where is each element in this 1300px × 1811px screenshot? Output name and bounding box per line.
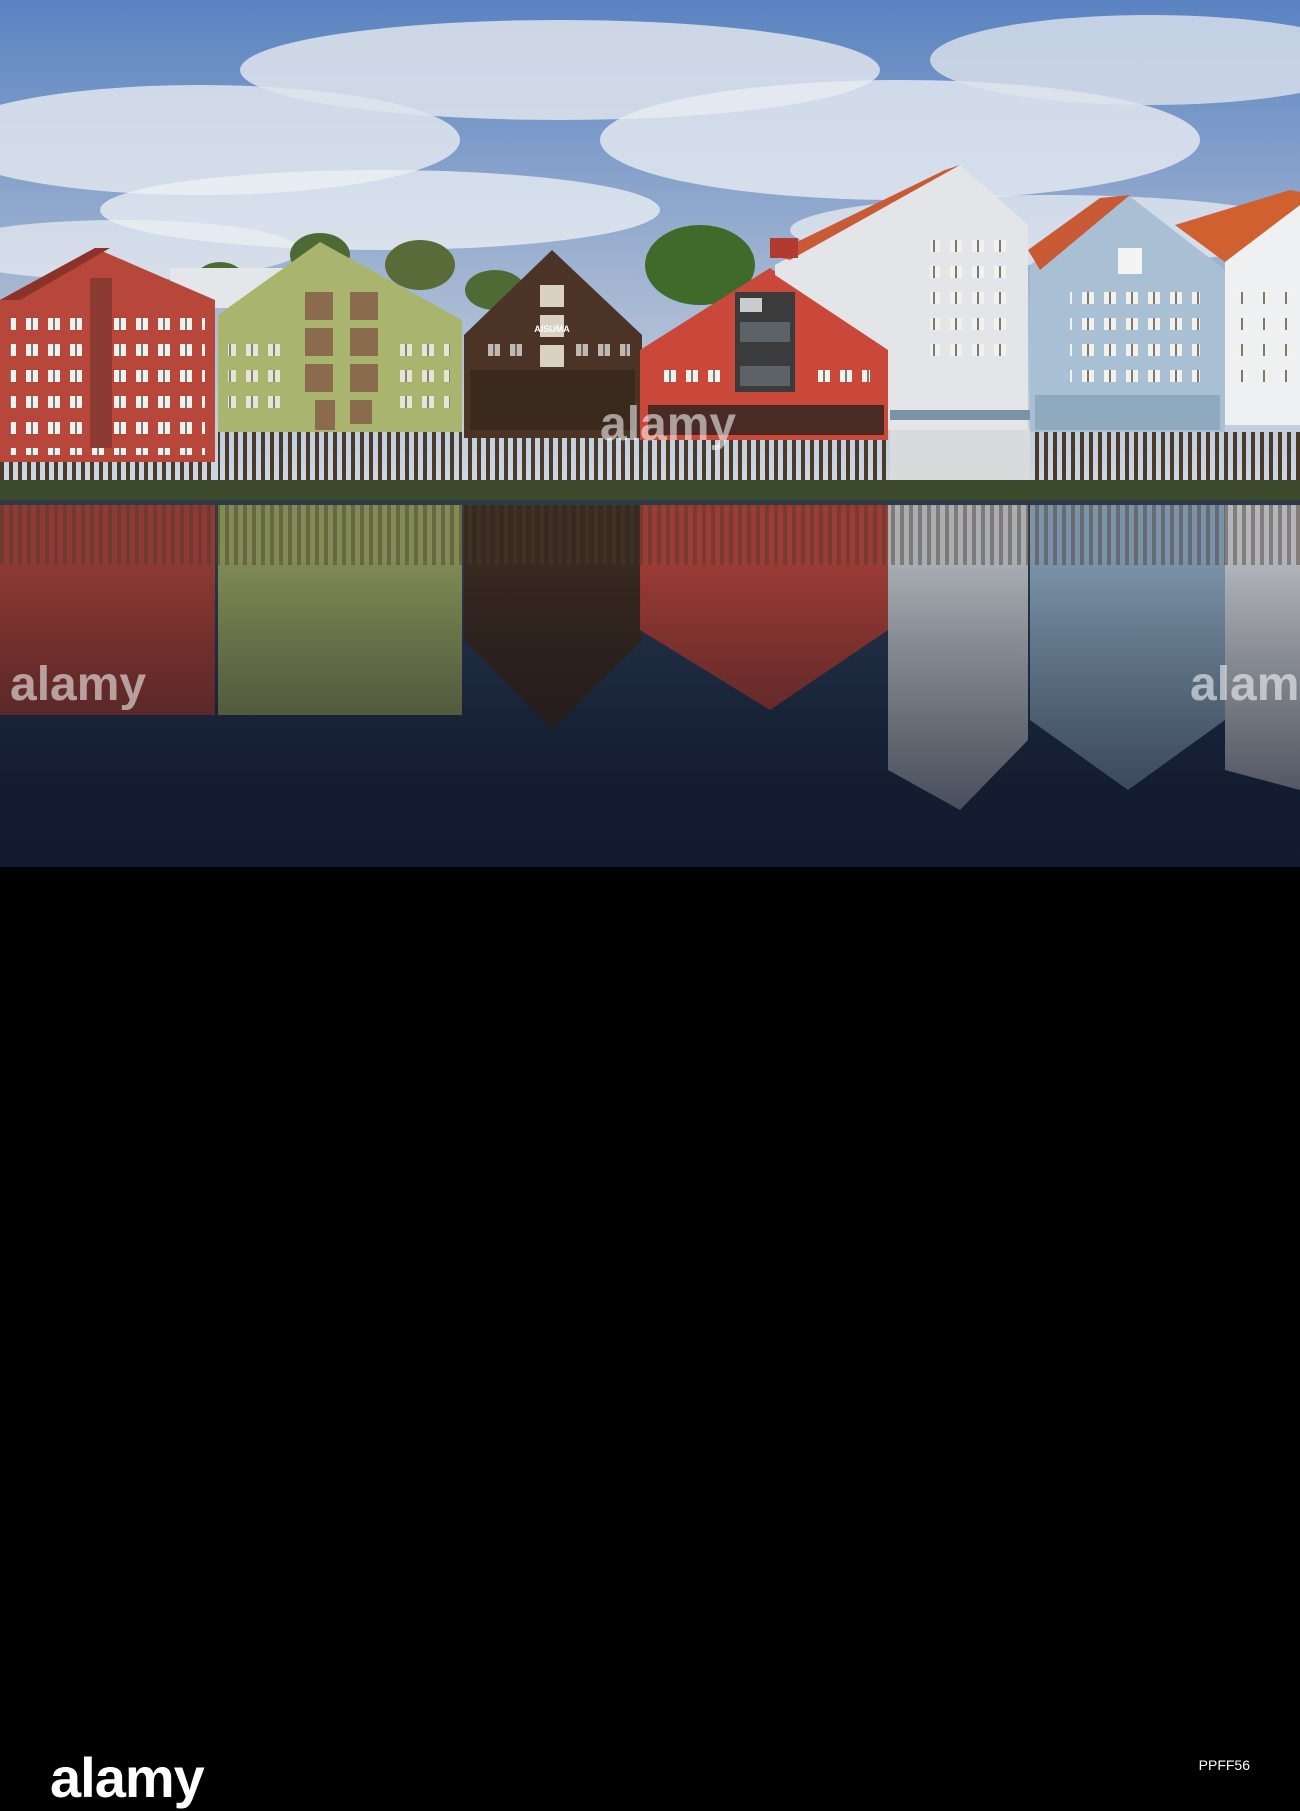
river-water <box>0 500 1300 867</box>
shoreline <box>0 480 1300 500</box>
scene-photo: AISUMA alamy alamy alam <box>0 0 1300 867</box>
watermark-center: alamy <box>600 398 736 451</box>
alamy-logo: alamy <box>50 1746 205 1809</box>
image-id: PPFF56 <box>1198 1757 1250 1773</box>
watermark-right: alamy <box>1190 658 1300 711</box>
footer-bar: alamy PPFF56 <box>0 867 1300 1809</box>
building-sign: AISUMA <box>534 324 570 334</box>
watermark-left: alamy <box>10 658 146 711</box>
